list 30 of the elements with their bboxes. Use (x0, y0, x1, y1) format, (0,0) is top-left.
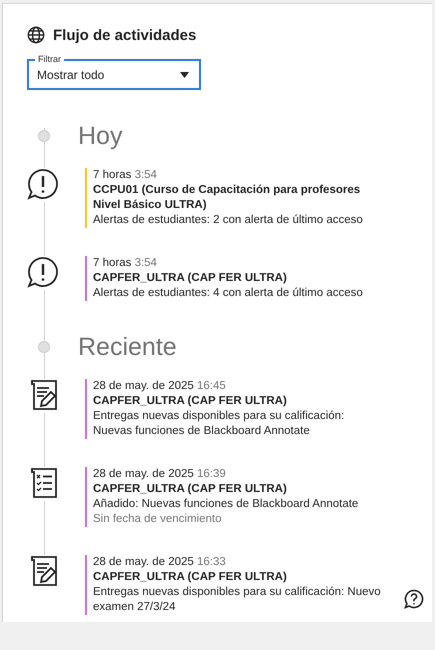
activity-entry[interactable]: 7 horas 3:54 CAPFER_ULTRA (CAP FER ULTRA) Alertas de estudiantes: 4 con alerta de último acceso (85, 256, 383, 301)
timeline-dot (38, 130, 50, 142)
course-name: CAPFER_ULTRA (CAP FER ULTRA) (93, 482, 288, 497)
section-heading: Hoy (78, 122, 122, 150)
entry-date: 7 horas 3:54 (93, 168, 158, 183)
course-name: CAPFER_ULTRA (CAP FER ULTRA) (93, 271, 288, 286)
entry-date: 28 de may. de 2025 16:39 (93, 467, 227, 482)
activity-entry[interactable]: 7 horas 3:54 CCPU01 (Curso de Capacitación para profesores Nivel Básico ULTRA) Alertas de estudiantes: 2 con alerta de último acceso (85, 168, 383, 228)
globe-icon (27, 26, 45, 44)
activity-entry[interactable]: 28 de may. de 2025 16:39 CAPFER_ULTRA (CAP FER ULTRA) Añadido: Nuevas funciones de Blackboard Annotate Sin fecha de vencimiento (85, 467, 383, 527)
entry-date: 28 de may. de 2025 16:45 (93, 379, 227, 394)
entry-description: Alertas de estudiantes: 2 con alerta de último acceso (93, 213, 364, 228)
entry-description: Añadido: Nuevas funciones de Blackboard Annotate (93, 497, 360, 512)
entry-description: Entregas nuevas disponibles para su calificación: Nuevas funciones de Blackboard Annotate (93, 409, 346, 439)
caret-icon (180, 72, 189, 78)
activity-entry[interactable]: 28 de may. de 2025 16:33 CAPFER_ULTRA (CAP FER ULTRA) Entregas nuevas disponibles para su calificación: Nuevo examen 27/3/24 (85, 555, 383, 615)
panel-title: Flujo de actividades (53, 26, 196, 44)
help-icon[interactable] (404, 589, 424, 609)
entry-date: 28 de may. de 2025 16:33 (93, 555, 227, 570)
activity-entry[interactable]: 28 de may. de 2025 16:45 CAPFER_ULTRA (CAP FER ULTRA) Entregas nuevas disponibles para su calificación: Nuevas funciones de Blackboard Annotate (85, 379, 383, 439)
filter-label: Filtrar (35, 54, 64, 65)
entry-description: Entregas nuevas disponibles para su calificación: Nuevo examen 27/3/24 (93, 585, 382, 615)
entry-description: Alertas de estudiantes: 4 con alerta de último acceso (93, 286, 364, 301)
entry-date: 7 horas 3:54 (93, 256, 158, 271)
due-date-note: Sin fecha de vencimiento (93, 512, 222, 527)
course-name: CAPFER_ULTRA (CAP FER ULTRA) (93, 394, 288, 409)
course-name: CCPU01 (Curso de Capacitación para profesores Nivel Básico ULTRA) (93, 183, 362, 213)
section-heading: Reciente (78, 332, 177, 362)
course-name: CAPFER_ULTRA (CAP FER ULTRA) (93, 570, 288, 585)
timeline-dot (38, 341, 50, 353)
